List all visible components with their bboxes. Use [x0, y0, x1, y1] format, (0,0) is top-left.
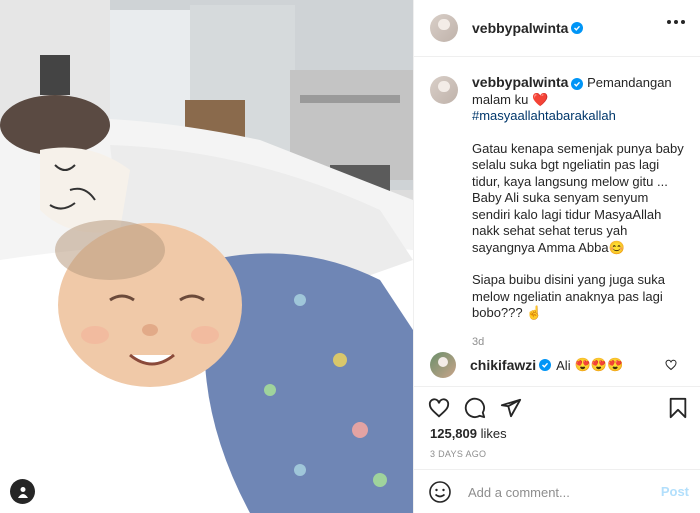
- caption-timestamp[interactable]: 3d: [472, 334, 687, 351]
- hashtag-link[interactable]: #masyaallahtabarakallah: [472, 108, 616, 123]
- avatar[interactable]: [430, 14, 458, 42]
- emoji-icon[interactable]: [428, 480, 452, 504]
- comment-input[interactable]: [468, 484, 648, 500]
- likes-count[interactable]: 125,809 likes: [430, 426, 507, 441]
- post-date[interactable]: 3 DAYS AGO: [430, 449, 486, 459]
- comment-emojis: 😍😍😍: [574, 357, 624, 372]
- share-icon[interactable]: [500, 397, 522, 419]
- caption-body: vebbypalwinta Pemandangan malam ku ❤️ #m…: [472, 74, 687, 350]
- post-header: vebbypalwinta: [414, 0, 700, 57]
- comment-like-heart-icon[interactable]: [665, 359, 677, 371]
- likes-label: likes: [480, 426, 507, 441]
- caption-avatar[interactable]: [430, 76, 458, 104]
- smile-emoji: 😊: [608, 239, 625, 255]
- comment-item: chikifawzi Ali 😍😍😍: [430, 352, 686, 378]
- point-up-emoji: ☝️: [526, 305, 543, 320]
- post-details-panel: vebbypalwinta vebbypalwinta Pemandangan …: [413, 0, 700, 513]
- heart-emoji: ❤️: [531, 91, 549, 107]
- comment-text: Ali: [556, 357, 571, 373]
- more-icon-dot: [674, 20, 678, 24]
- commenter-username[interactable]: chikifawzi: [470, 357, 536, 373]
- more-icon-dot: [681, 20, 685, 24]
- header-username[interactable]: vebbypalwinta: [472, 20, 568, 36]
- caption-username[interactable]: vebbypalwinta: [472, 74, 568, 90]
- post-photo[interactable]: [0, 0, 413, 513]
- verified-badge-icon: [571, 77, 584, 90]
- caption-paragraph-2: Baby Ali suka senyam senyum sendiri kalo…: [472, 190, 662, 255]
- comments-area[interactable]: vebbypalwinta Pemandangan malam ku ❤️ #m…: [414, 58, 700, 388]
- post-button[interactable]: Post: [661, 484, 689, 499]
- caption: vebbypalwinta Pemandangan malam ku ❤️ #m…: [430, 74, 687, 350]
- user-tag-icon: [17, 486, 28, 498]
- heart-icon[interactable]: [428, 397, 450, 419]
- post-actions: 125,809 likes 3 DAYS AGO Post: [414, 386, 700, 513]
- user-tag-button[interactable]: [10, 479, 35, 504]
- verified-badge-icon: [571, 22, 584, 34]
- comment-icon[interactable]: [464, 397, 486, 419]
- action-icons: [428, 397, 522, 419]
- more-icon-dot: [667, 20, 671, 24]
- more-options-button[interactable]: [667, 20, 685, 24]
- post-photo-image: [0, 0, 413, 513]
- add-comment-bar: Post: [414, 469, 700, 513]
- commenter-avatar[interactable]: [430, 352, 456, 378]
- bookmark-icon[interactable]: [667, 397, 689, 419]
- verified-badge-icon: [539, 359, 552, 371]
- header-username-group: vebbypalwinta: [472, 20, 584, 36]
- likes-number: 125,809: [430, 426, 477, 441]
- caption-paragraph-1: Gatau kenapa semenjak punya baby selalu …: [472, 140, 684, 189]
- caption-paragraph-3: Siapa buibu disini yang juga suka melow …: [472, 272, 665, 320]
